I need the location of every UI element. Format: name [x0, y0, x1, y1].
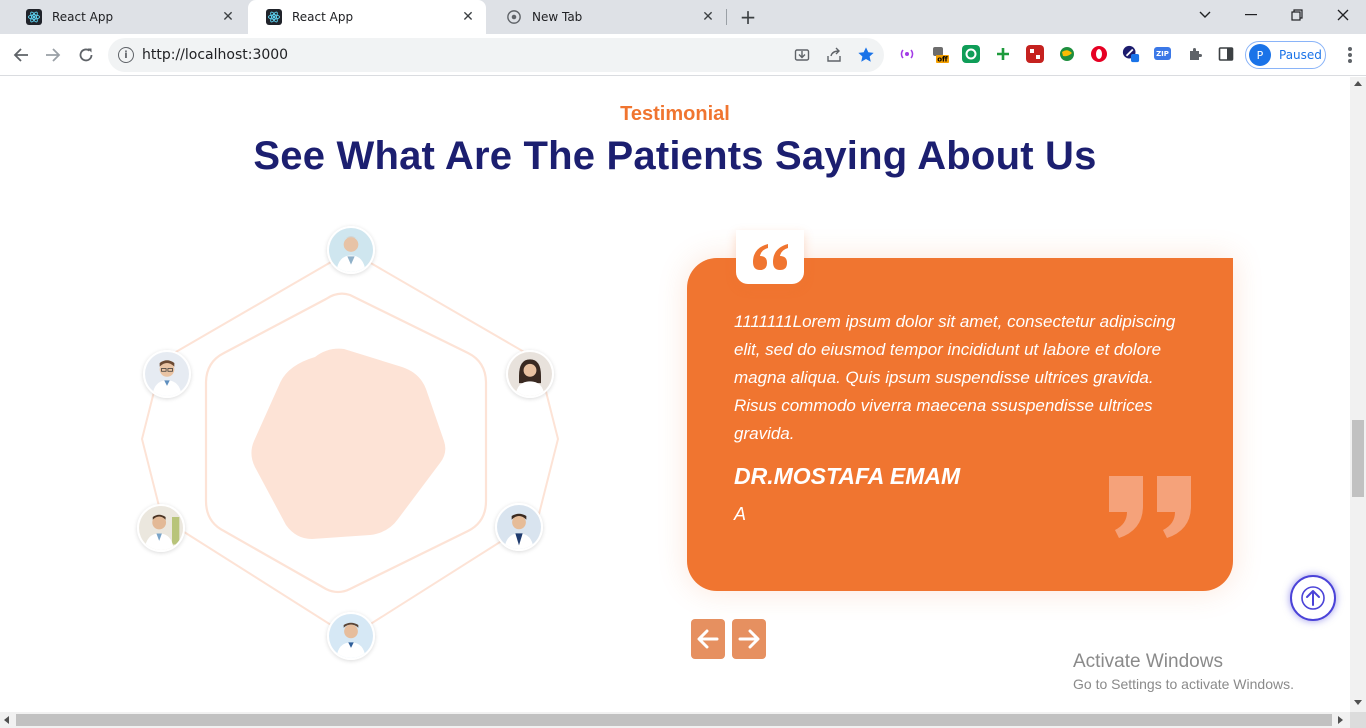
extensions-puzzle-icon[interactable] — [1186, 45, 1204, 63]
activate-subtitle: Go to Settings to activate Windows. — [1073, 676, 1294, 692]
puzzle-red-extension-icon[interactable] — [1026, 45, 1044, 63]
vertical-scroll-thumb[interactable] — [1352, 420, 1364, 497]
vertical-scrollbar[interactable] — [1350, 77, 1366, 712]
extension-icon[interactable]: off — [931, 45, 949, 63]
arrow-up-icon — [1301, 586, 1325, 610]
next-testimonial-button[interactable] — [732, 619, 766, 659]
activate-windows-watermark: Activate Windows Go to Settings to activ… — [1073, 651, 1294, 692]
doctor-avatar-top[interactable] — [327, 226, 375, 274]
opening-quote-badge — [736, 230, 804, 284]
react-icon — [266, 9, 282, 25]
testimonial-author-name: DR.MOSTAFA EMAM — [734, 463, 961, 489]
browser-tab[interactable]: New Tab ✕ — [488, 0, 726, 34]
scroll-left-arrow-icon[interactable] — [4, 716, 9, 724]
testimonial-text: 1111111Lorem ipsum dolor sit amet, conse… — [734, 312, 1176, 443]
bookmark-star-icon[interactable] — [856, 45, 876, 65]
page-content: Testimonial See What Are The Patients Sa… — [0, 77, 1350, 712]
reload-icon[interactable] — [73, 42, 99, 68]
extension-badge: off — [937, 56, 948, 64]
opera-extension-icon[interactable] — [1090, 45, 1108, 63]
testimonial-card: 1111111Lorem ipsum dolor sit amet, conse… — [687, 258, 1233, 591]
close-icon[interactable]: ✕ — [460, 9, 476, 25]
url-text: http://localhost:3000 — [142, 47, 289, 63]
doctor-avatar-right-bottom[interactable] — [495, 503, 543, 551]
window-close-icon[interactable] — [1320, 0, 1366, 30]
avatar: P — [1249, 44, 1271, 66]
arrow-right-icon — [738, 629, 760, 649]
chrome-icon — [506, 9, 522, 25]
activate-title: Activate Windows — [1073, 651, 1223, 672]
arrow-left-icon — [697, 629, 719, 649]
site-info-icon[interactable]: i — [118, 47, 134, 63]
closing-quote-icon — [1109, 476, 1191, 538]
close-icon[interactable]: ✕ — [700, 9, 716, 25]
profile-status-label: Paused — [1279, 48, 1322, 62]
doctor-avatar-bottom[interactable] — [327, 612, 375, 660]
plus-extension-icon[interactable] — [994, 45, 1012, 63]
section-eyebrow: Testimonial — [620, 103, 730, 125]
doctor-avatar-left-top[interactable] — [143, 350, 191, 398]
scroll-to-top-button[interactable] — [1290, 575, 1336, 621]
tab-title: New Tab — [532, 10, 583, 24]
share-icon[interactable] — [824, 45, 844, 65]
close-icon[interactable]: ✕ — [220, 9, 236, 25]
browser-tab-active[interactable]: React App ✕ — [248, 0, 486, 34]
podcast-extension-icon[interactable] — [898, 45, 916, 63]
scroll-up-arrow-icon[interactable] — [1354, 81, 1362, 86]
doctors-hexagon — [120, 217, 580, 660]
scroll-right-arrow-icon[interactable] — [1338, 716, 1343, 724]
hexagon-center — [251, 348, 446, 539]
react-icon — [26, 9, 42, 25]
profile-button[interactable]: P Paused — [1245, 41, 1326, 69]
color-picker-extension-icon[interactable] — [1122, 45, 1140, 63]
globe-extension-icon[interactable] — [1058, 45, 1076, 63]
side-panel-icon[interactable] — [1217, 45, 1235, 63]
horizontal-scroll-thumb[interactable] — [16, 714, 1332, 726]
back-icon[interactable] — [8, 42, 34, 68]
testimonial-author-role: A — [734, 504, 747, 524]
browser-tab-strip: React App ✕ React App ✕ New Tab ✕ + — [0, 0, 1366, 34]
zip-extension-icon[interactable]: ZIP — [1154, 47, 1171, 60]
decorative-dots — [693, 77, 735, 83]
browser-toolbar: i http://localhost:3000 off ZIP P Paused — [0, 34, 1366, 76]
doctor-avatar-right-top[interactable] — [506, 350, 554, 398]
tab-title: React App — [292, 10, 354, 24]
tab-search-icon[interactable] — [1182, 0, 1228, 30]
scroll-down-arrow-icon[interactable] — [1354, 700, 1362, 705]
hexagon-rings — [141, 250, 559, 638]
doctor-avatar-left-bottom[interactable] — [137, 504, 185, 552]
horizontal-scrollbar[interactable] — [0, 712, 1350, 728]
tab-title: React App — [52, 10, 114, 24]
forward-icon[interactable] — [40, 42, 66, 68]
restore-icon[interactable] — [1274, 0, 1320, 30]
install-app-icon[interactable] — [792, 45, 812, 65]
opening-quote-icon — [753, 244, 788, 270]
scrollbar-corner — [1350, 712, 1366, 728]
address-bar[interactable]: i http://localhost:3000 — [108, 38, 884, 72]
green-circle-extension-icon[interactable] — [962, 45, 980, 63]
section-title: See What Are The Patients Saying About U… — [253, 134, 1097, 178]
prev-testimonial-button[interactable] — [691, 619, 725, 659]
browser-tab[interactable]: React App ✕ — [8, 0, 246, 34]
tab-separator — [726, 9, 727, 25]
more-menu-icon[interactable] — [1342, 44, 1358, 66]
new-tab-icon[interactable]: + — [737, 5, 759, 29]
zip-label: ZIP — [1156, 49, 1169, 58]
minimize-icon[interactable] — [1228, 0, 1274, 30]
